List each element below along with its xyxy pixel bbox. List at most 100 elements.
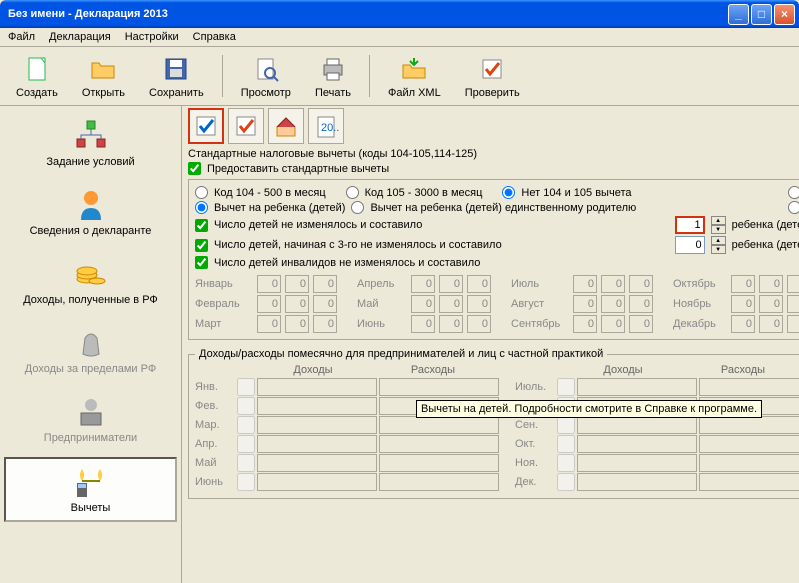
amount-input[interactable] bbox=[577, 416, 697, 434]
month-input[interactable] bbox=[285, 295, 309, 313]
month-input[interactable] bbox=[411, 275, 435, 293]
radio-child-single[interactable] bbox=[351, 201, 364, 214]
month-input[interactable] bbox=[439, 315, 463, 333]
amount-input[interactable] bbox=[257, 397, 377, 415]
tab-misc-deductions[interactable]: 20.. bbox=[308, 108, 344, 144]
children-invalid-checkbox[interactable] bbox=[195, 256, 208, 269]
month-input[interactable] bbox=[439, 295, 463, 313]
amount-input[interactable] bbox=[699, 416, 799, 434]
row-checkbox[interactable] bbox=[557, 378, 575, 396]
month-input[interactable] bbox=[601, 295, 625, 313]
month-input[interactable] bbox=[573, 295, 597, 313]
menu-help[interactable]: Справка bbox=[193, 31, 236, 43]
radio-child[interactable] bbox=[195, 201, 208, 214]
amount-input[interactable] bbox=[379, 454, 499, 472]
amount-input[interactable] bbox=[257, 435, 377, 453]
month-input[interactable] bbox=[731, 275, 755, 293]
month-input[interactable] bbox=[313, 275, 337, 293]
close-button[interactable]: × bbox=[774, 4, 795, 25]
toolbar-check[interactable]: Проверить bbox=[457, 51, 528, 101]
row-checkbox[interactable] bbox=[237, 454, 255, 472]
amount-input[interactable] bbox=[699, 435, 799, 453]
sidebar-item-income-abroad[interactable]: Доходы за пределами РФ bbox=[4, 319, 177, 382]
amount-input[interactable] bbox=[379, 473, 499, 491]
children-from3-input[interactable] bbox=[675, 236, 705, 254]
radio-help[interactable] bbox=[788, 186, 799, 199]
amount-input[interactable] bbox=[379, 416, 499, 434]
row-checkbox[interactable] bbox=[237, 473, 255, 491]
sidebar-item-conditions[interactable]: Задание условий bbox=[4, 112, 177, 175]
month-input[interactable] bbox=[731, 315, 755, 333]
row-checkbox[interactable] bbox=[237, 435, 255, 453]
toolbar-open[interactable]: Открыть bbox=[74, 51, 133, 101]
menu-settings[interactable]: Настройки bbox=[125, 31, 179, 43]
row-checkbox[interactable] bbox=[557, 473, 575, 491]
amount-input[interactable] bbox=[379, 435, 499, 453]
month-input[interactable] bbox=[411, 315, 435, 333]
month-input[interactable] bbox=[257, 295, 281, 313]
children-const-checkbox[interactable] bbox=[195, 219, 208, 232]
month-input[interactable] bbox=[411, 295, 435, 313]
toolbar-preview[interactable]: Просмотр bbox=[233, 51, 299, 101]
toolbar-print[interactable]: Печать bbox=[307, 51, 359, 101]
children-count-input[interactable] bbox=[675, 216, 705, 234]
row-checkbox[interactable] bbox=[237, 397, 255, 415]
minimize-button[interactable]: _ bbox=[728, 4, 749, 25]
month-input[interactable] bbox=[759, 295, 783, 313]
month-input[interactable] bbox=[573, 315, 597, 333]
spinner[interactable]: ▲▼ bbox=[711, 236, 726, 254]
amount-input[interactable] bbox=[257, 454, 377, 472]
radio-no-code[interactable] bbox=[502, 186, 515, 199]
month-input[interactable] bbox=[467, 295, 491, 313]
month-input[interactable] bbox=[313, 315, 337, 333]
month-input[interactable] bbox=[573, 275, 597, 293]
amount-input[interactable] bbox=[257, 473, 377, 491]
amount-input[interactable] bbox=[577, 378, 697, 396]
toolbar-create[interactable]: Создать bbox=[8, 51, 66, 101]
month-input[interactable] bbox=[439, 275, 463, 293]
amount-input[interactable] bbox=[699, 454, 799, 472]
sidebar-item-entrepreneurs[interactable]: Предприниматели bbox=[4, 388, 177, 451]
toolbar-save[interactable]: Сохранить bbox=[141, 51, 212, 101]
provide-checkbox[interactable] bbox=[188, 162, 201, 175]
tab-social-deductions[interactable] bbox=[228, 108, 264, 144]
sidebar-item-deductions[interactable]: Вычеты bbox=[4, 457, 177, 522]
month-input[interactable] bbox=[467, 275, 491, 293]
tab-property-deductions[interactable] bbox=[268, 108, 304, 144]
month-input[interactable] bbox=[787, 315, 799, 333]
amount-input[interactable] bbox=[699, 378, 799, 396]
month-input[interactable] bbox=[257, 315, 281, 333]
amount-input[interactable] bbox=[577, 454, 697, 472]
amount-input[interactable] bbox=[699, 473, 799, 491]
row-checkbox[interactable] bbox=[237, 378, 255, 396]
month-input[interactable] bbox=[467, 315, 491, 333]
month-input[interactable] bbox=[759, 315, 783, 333]
month-input[interactable] bbox=[285, 275, 309, 293]
spin-down[interactable]: ▼ bbox=[711, 245, 726, 254]
amount-input[interactable] bbox=[257, 416, 377, 434]
sidebar-item-income-rf[interactable]: Доходы, полученные в РФ bbox=[4, 250, 177, 313]
row-checkbox[interactable] bbox=[557, 454, 575, 472]
month-input[interactable] bbox=[629, 275, 653, 293]
spin-up[interactable]: ▲ bbox=[711, 236, 726, 245]
maximize-button[interactable]: □ bbox=[751, 4, 772, 25]
radio-code-105[interactable] bbox=[346, 186, 359, 199]
month-input[interactable] bbox=[313, 295, 337, 313]
spin-down[interactable]: ▼ bbox=[711, 225, 726, 234]
month-input[interactable] bbox=[601, 315, 625, 333]
radio-code-104[interactable] bbox=[195, 186, 208, 199]
menu-declaration[interactable]: Декларация bbox=[49, 31, 111, 43]
radio-help[interactable] bbox=[788, 201, 799, 214]
toolbar-filexml[interactable]: Файл XML bbox=[380, 51, 449, 101]
month-input[interactable] bbox=[629, 315, 653, 333]
month-input[interactable] bbox=[759, 275, 783, 293]
month-input[interactable] bbox=[629, 295, 653, 313]
month-input[interactable] bbox=[285, 315, 309, 333]
month-input[interactable] bbox=[257, 275, 281, 293]
amount-input[interactable] bbox=[577, 473, 697, 491]
spin-up[interactable]: ▲ bbox=[711, 216, 726, 225]
month-input[interactable] bbox=[787, 275, 799, 293]
children-from3-checkbox[interactable] bbox=[195, 239, 208, 252]
amount-input[interactable] bbox=[379, 378, 499, 396]
month-input[interactable] bbox=[601, 275, 625, 293]
